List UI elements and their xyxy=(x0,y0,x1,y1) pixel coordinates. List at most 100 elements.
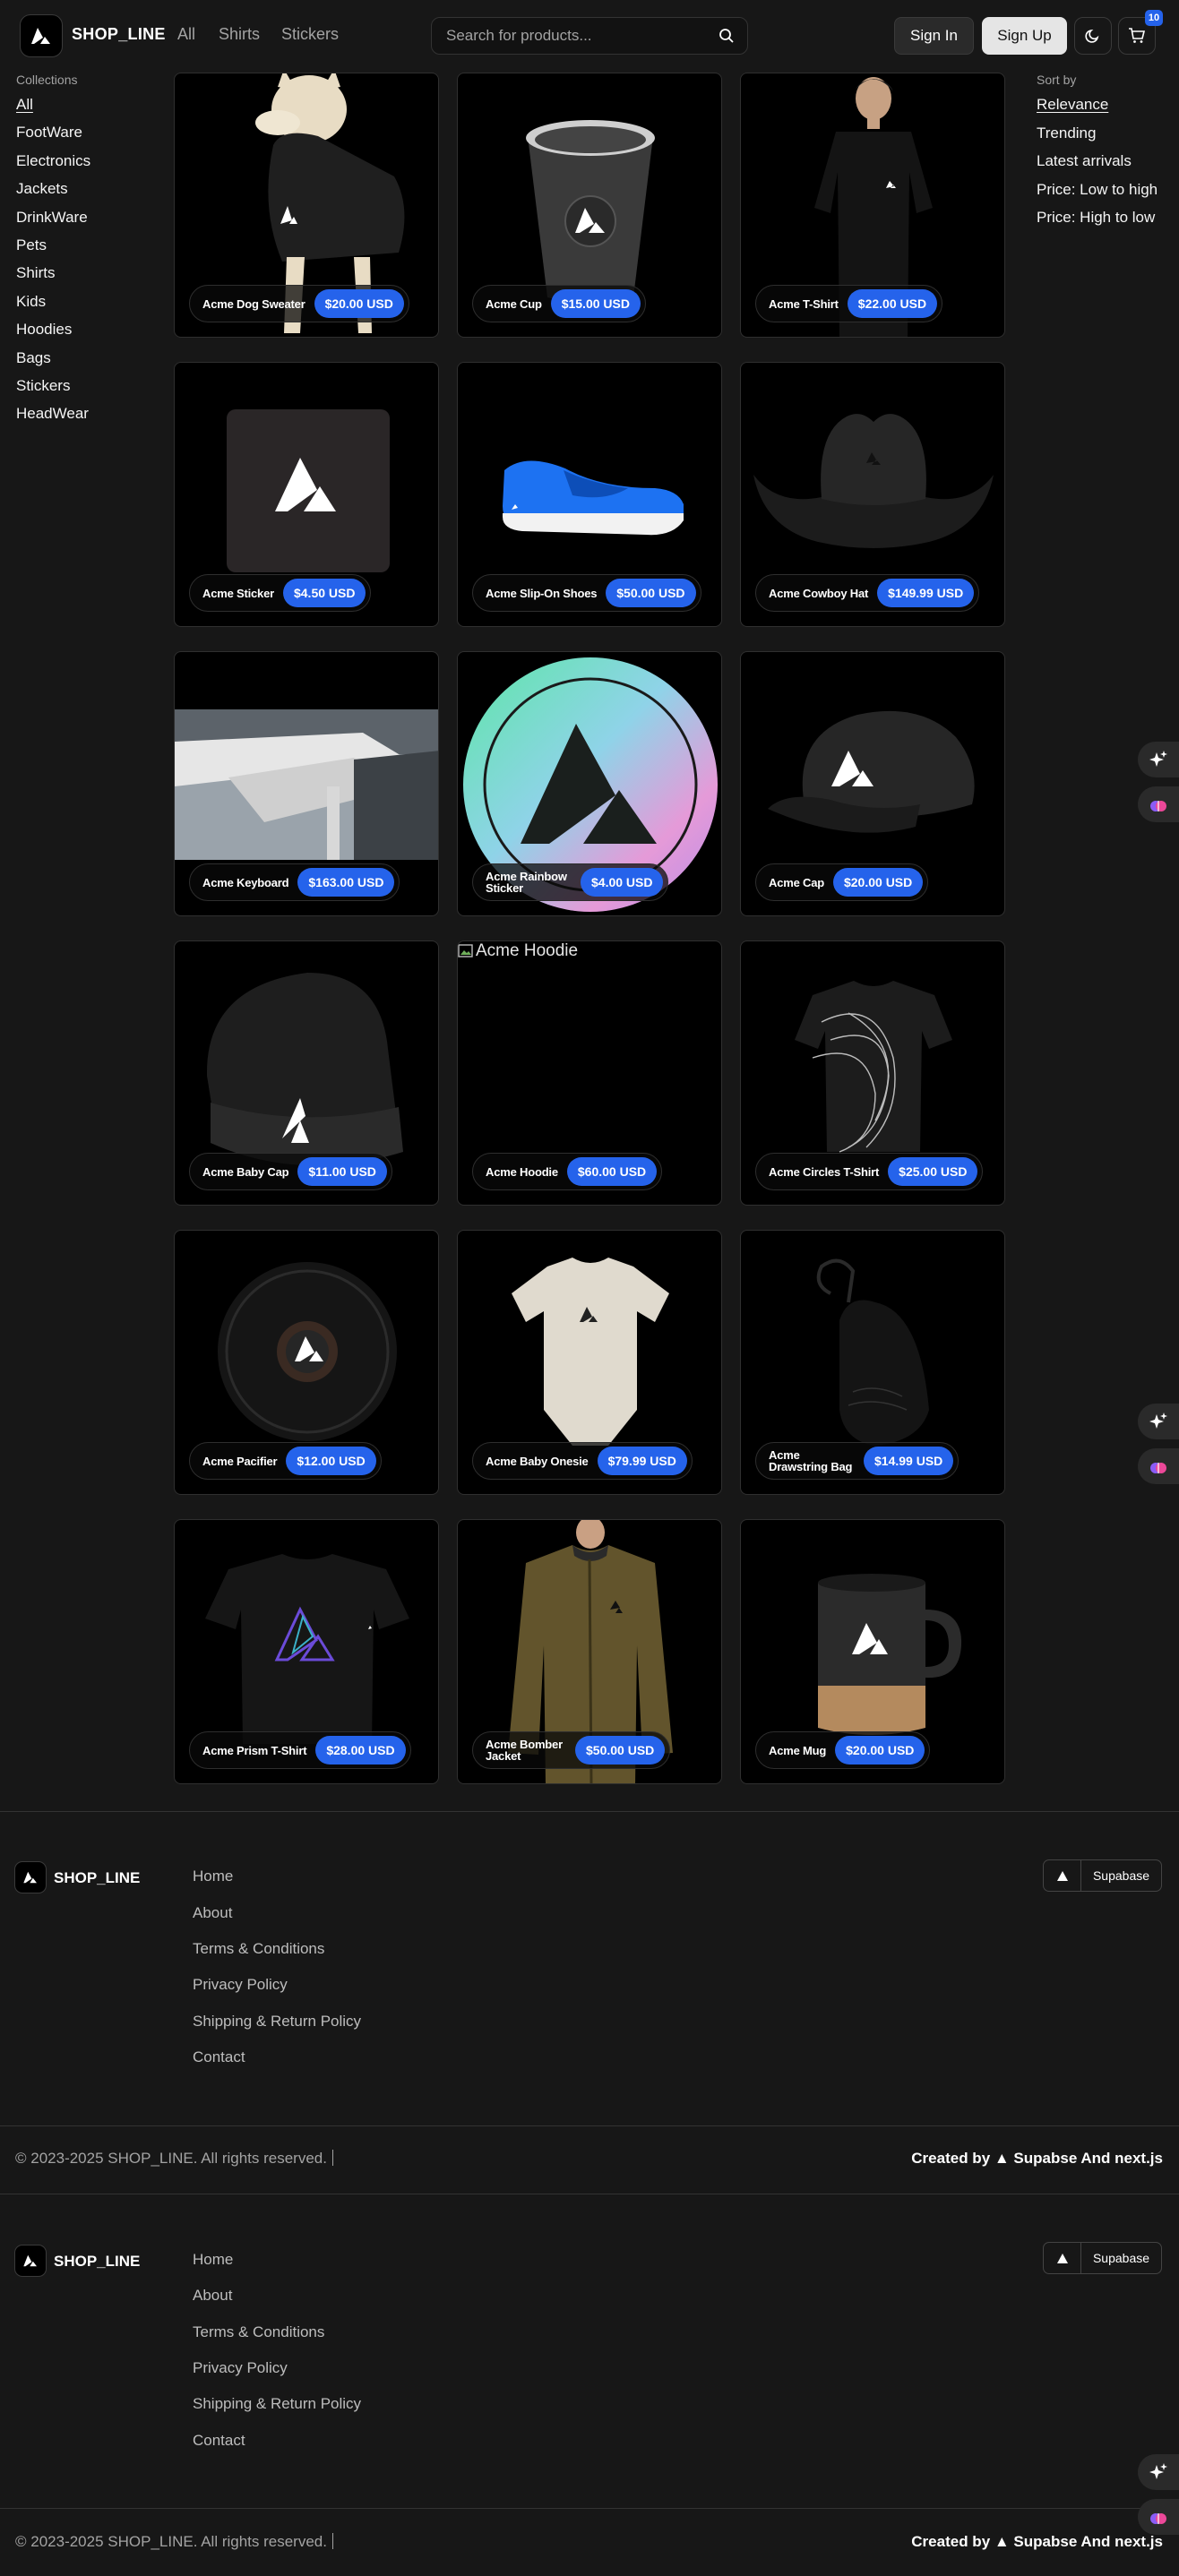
product-name: Acme Circles T-Shirt xyxy=(769,1164,880,1179)
collection-jackets[interactable]: Jackets xyxy=(16,180,68,198)
product-card[interactable]: Acme Cup $15.00 USD xyxy=(457,73,722,338)
sort-price-low-high[interactable]: Price: Low to high xyxy=(1037,181,1157,199)
sign-up-button[interactable]: Sign Up xyxy=(982,17,1067,55)
brain-extension-button[interactable] xyxy=(1138,2499,1179,2535)
ai-assistant-button[interactable] xyxy=(1138,742,1179,777)
logo-link[interactable] xyxy=(20,14,63,57)
product-name: Acme Slip-On Shoes xyxy=(486,586,598,600)
product-price: $20.00 USD xyxy=(832,868,924,897)
footer-link-privacy[interactable]: Privacy Policy xyxy=(193,1976,288,1994)
product-info-pill: Acme Baby Onesie $79.99 USD xyxy=(472,1442,693,1480)
collection-electronics[interactable]: Electronics xyxy=(16,152,90,170)
brain-extension-button[interactable] xyxy=(1138,1448,1179,1484)
nav-all[interactable]: All xyxy=(177,25,195,44)
footer-link-terms[interactable]: Terms & Conditions xyxy=(193,1940,324,1958)
product-info-pill: Acme Rainbow Sticker $4.00 USD xyxy=(472,863,669,901)
sparkle-icon xyxy=(1149,751,1167,767)
product-price: $22.00 USD xyxy=(847,289,938,318)
product-card[interactable]: Acme Baby Onesie $79.99 USD xyxy=(457,1230,722,1495)
broken-image-icon xyxy=(458,944,473,957)
collection-all[interactable]: All xyxy=(16,96,33,114)
sort-trending[interactable]: Trending xyxy=(1037,125,1096,142)
footer-link-shipping[interactable]: Shipping & Return Policy xyxy=(193,2395,361,2413)
sort-latest-arrivals[interactable]: Latest arrivals xyxy=(1037,152,1132,170)
deploy-button[interactable]: Supabase xyxy=(1043,1859,1162,1892)
copyright-text: © 2023-2025 SHOP_LINE. All rights reserv… xyxy=(15,2533,327,2550)
footer-link-home[interactable]: Home xyxy=(193,2251,233,2269)
footer-separator xyxy=(332,2150,333,2166)
sort-price-high-low[interactable]: Price: High to low xyxy=(1037,209,1155,227)
product-card[interactable]: Acme Hoodie Acme Hoodie $60.00 USD xyxy=(457,940,722,1206)
triangle-icon xyxy=(1044,2243,1081,2273)
product-name: Acme Cup xyxy=(486,296,542,311)
sign-in-button[interactable]: Sign In xyxy=(894,17,974,55)
ai-assistant-button[interactable] xyxy=(1138,1404,1179,1439)
brain-extension-button[interactable] xyxy=(1138,786,1179,822)
footer-logo-link[interactable] xyxy=(14,1861,47,1893)
product-card[interactable]: Acme Rainbow Sticker $4.00 USD xyxy=(457,651,722,916)
product-info-pill: Acme Cup $15.00 USD xyxy=(472,285,646,322)
product-card[interactable]: Acme Slip-On Shoes $50.00 USD xyxy=(457,362,722,627)
product-info-pill: Acme Drawstring Bag $14.99 USD xyxy=(755,1442,960,1480)
collection-bags[interactable]: Bags xyxy=(16,349,51,367)
product-card[interactable]: Acme Cap $20.00 USD xyxy=(740,651,1005,916)
product-card[interactable]: Acme Dog Sweater $20.00 USD xyxy=(174,73,439,338)
ai-assistant-button[interactable] xyxy=(1138,2454,1179,2490)
footer-link-contact[interactable]: Contact xyxy=(193,2432,245,2450)
footer-link-home[interactable]: Home xyxy=(193,1868,233,1885)
collection-footware[interactable]: FootWare xyxy=(16,124,82,142)
product-price: $14.99 USD xyxy=(864,1447,954,1475)
product-card[interactable]: Acme Mug $20.00 USD xyxy=(740,1519,1005,1784)
product-price: $4.00 USD xyxy=(581,868,664,897)
broken-image-alt: Acme Hoodie xyxy=(476,941,579,960)
footer-link-terms[interactable]: Terms & Conditions xyxy=(193,2323,324,2341)
product-info-pill: Acme Baby Cap $11.00 USD xyxy=(189,1153,392,1190)
deploy-button[interactable]: Supabase xyxy=(1043,2242,1162,2274)
product-card[interactable]: Acme Cowboy Hat $149.99 USD xyxy=(740,362,1005,627)
footer-link-about[interactable]: About xyxy=(193,1904,232,1922)
product-card[interactable]: Acme T-Shirt $22.00 USD xyxy=(740,73,1005,338)
footer-logo-link[interactable] xyxy=(14,2245,47,2277)
product-card[interactable]: Acme Bomber Jacket $50.00 USD xyxy=(457,1519,722,1784)
sort-heading: Sort by xyxy=(1037,73,1077,87)
collection-hoodies[interactable]: Hoodies xyxy=(16,321,72,339)
sort-relevance[interactable]: Relevance xyxy=(1037,96,1108,114)
product-price: $20.00 USD xyxy=(835,1736,925,1765)
broken-image: Acme Hoodie xyxy=(458,941,578,961)
search-icon[interactable] xyxy=(719,28,735,44)
collection-pets[interactable]: Pets xyxy=(16,236,47,254)
product-card[interactable]: Acme Pacifier $12.00 USD xyxy=(174,1230,439,1495)
product-card[interactable]: Acme Prism T-Shirt $28.00 USD xyxy=(174,1519,439,1784)
product-card[interactable]: Acme Baby Cap $11.00 USD xyxy=(174,940,439,1206)
product-card[interactable]: Acme Circles T-Shirt $25.00 USD xyxy=(740,940,1005,1206)
collection-kids[interactable]: Kids xyxy=(16,293,46,311)
footer-link-contact[interactable]: Contact xyxy=(193,2048,245,2066)
deploy-label: Supabase xyxy=(1092,1868,1150,1883)
footer-link-about[interactable]: About xyxy=(193,2287,232,2305)
search-input[interactable] xyxy=(446,18,706,54)
collection-drinkware[interactable]: DrinkWare xyxy=(16,209,88,227)
product-card[interactable]: Acme Keyboard $163.00 USD xyxy=(174,651,439,916)
product-name: Acme Bomber Jacket xyxy=(486,1738,563,1763)
product-card[interactable]: Acme Drawstring Bag $14.99 USD xyxy=(740,1230,1005,1495)
product-price: $79.99 USD xyxy=(597,1447,687,1475)
product-name: Acme Hoodie xyxy=(486,1164,558,1179)
collection-stickers[interactable]: Stickers xyxy=(16,377,70,395)
product-name: Acme Sticker xyxy=(202,586,274,600)
theme-toggle-button[interactable] xyxy=(1074,17,1112,55)
nav-shirts[interactable]: Shirts xyxy=(219,25,260,44)
collection-shirts[interactable]: Shirts xyxy=(16,264,55,282)
logo-icon xyxy=(31,28,50,44)
product-info-pill: Acme Prism T-Shirt $28.00 USD xyxy=(189,1731,411,1769)
footer-link-privacy[interactable]: Privacy Policy xyxy=(193,2359,288,2377)
footer-link-shipping[interactable]: Shipping & Return Policy xyxy=(193,2013,361,2031)
product-price: $149.99 USD xyxy=(877,579,975,607)
product-name: Acme Keyboard xyxy=(202,875,289,889)
product-name: Acme Cowboy Hat xyxy=(769,586,869,600)
deploy-label: Supabase xyxy=(1092,2251,1150,2265)
moon-icon xyxy=(1085,29,1099,43)
product-name: Acme T-Shirt xyxy=(769,296,839,311)
nav-stickers[interactable]: Stickers xyxy=(281,25,339,44)
collection-headwear[interactable]: HeadWear xyxy=(16,405,89,423)
product-card[interactable]: Acme Sticker $4.50 USD xyxy=(174,362,439,627)
